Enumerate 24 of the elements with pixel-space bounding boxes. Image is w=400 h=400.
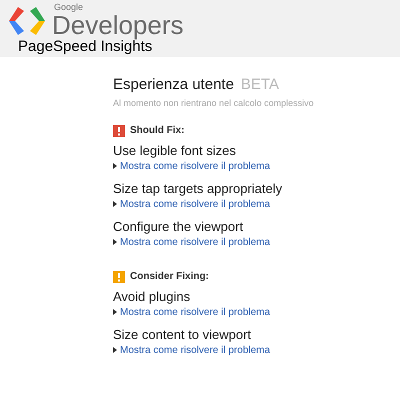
group-heading: Should Fix: — [130, 124, 184, 138]
rule-title: Configure the viewport — [113, 218, 244, 234]
fix-link[interactable]: Mostra come risolvere il problema — [120, 306, 270, 318]
brand-name: Developers — [52, 12, 184, 38]
rule-title: Avoid plugins — [113, 288, 192, 304]
logo-icon — [6, 4, 48, 36]
caret-icon — [113, 309, 117, 315]
fix-link[interactable]: Mostra come risolvere il problema — [120, 344, 270, 356]
product-name: PageSpeed Insights — [17, 38, 152, 55]
section-title: Esperienza utente — [113, 75, 234, 95]
rule-title: Size tap targets appropriately — [113, 180, 284, 196]
caret-icon — [113, 239, 117, 245]
caret-icon — [113, 347, 117, 353]
fix-link[interactable]: Mostra come risolvere il problema — [120, 198, 270, 210]
group-heading: Consider Fixing: — [130, 270, 209, 284]
rule-title: Use legible font sizes — [113, 142, 237, 158]
rule-title: Size content to viewport — [113, 326, 252, 342]
caret-icon — [113, 163, 117, 169]
fix-link[interactable]: Mostra come risolvere il problema — [120, 160, 270, 172]
caret-icon — [113, 201, 117, 207]
beta-label: BETA — [240, 75, 279, 95]
brand-small: Google — [53, 3, 84, 12]
section-subtitle: Al momento non rientrano nel calcolo complessivo — [113, 96, 315, 108]
fix-link[interactable]: Mostra come risolvere il problema — [120, 236, 270, 248]
